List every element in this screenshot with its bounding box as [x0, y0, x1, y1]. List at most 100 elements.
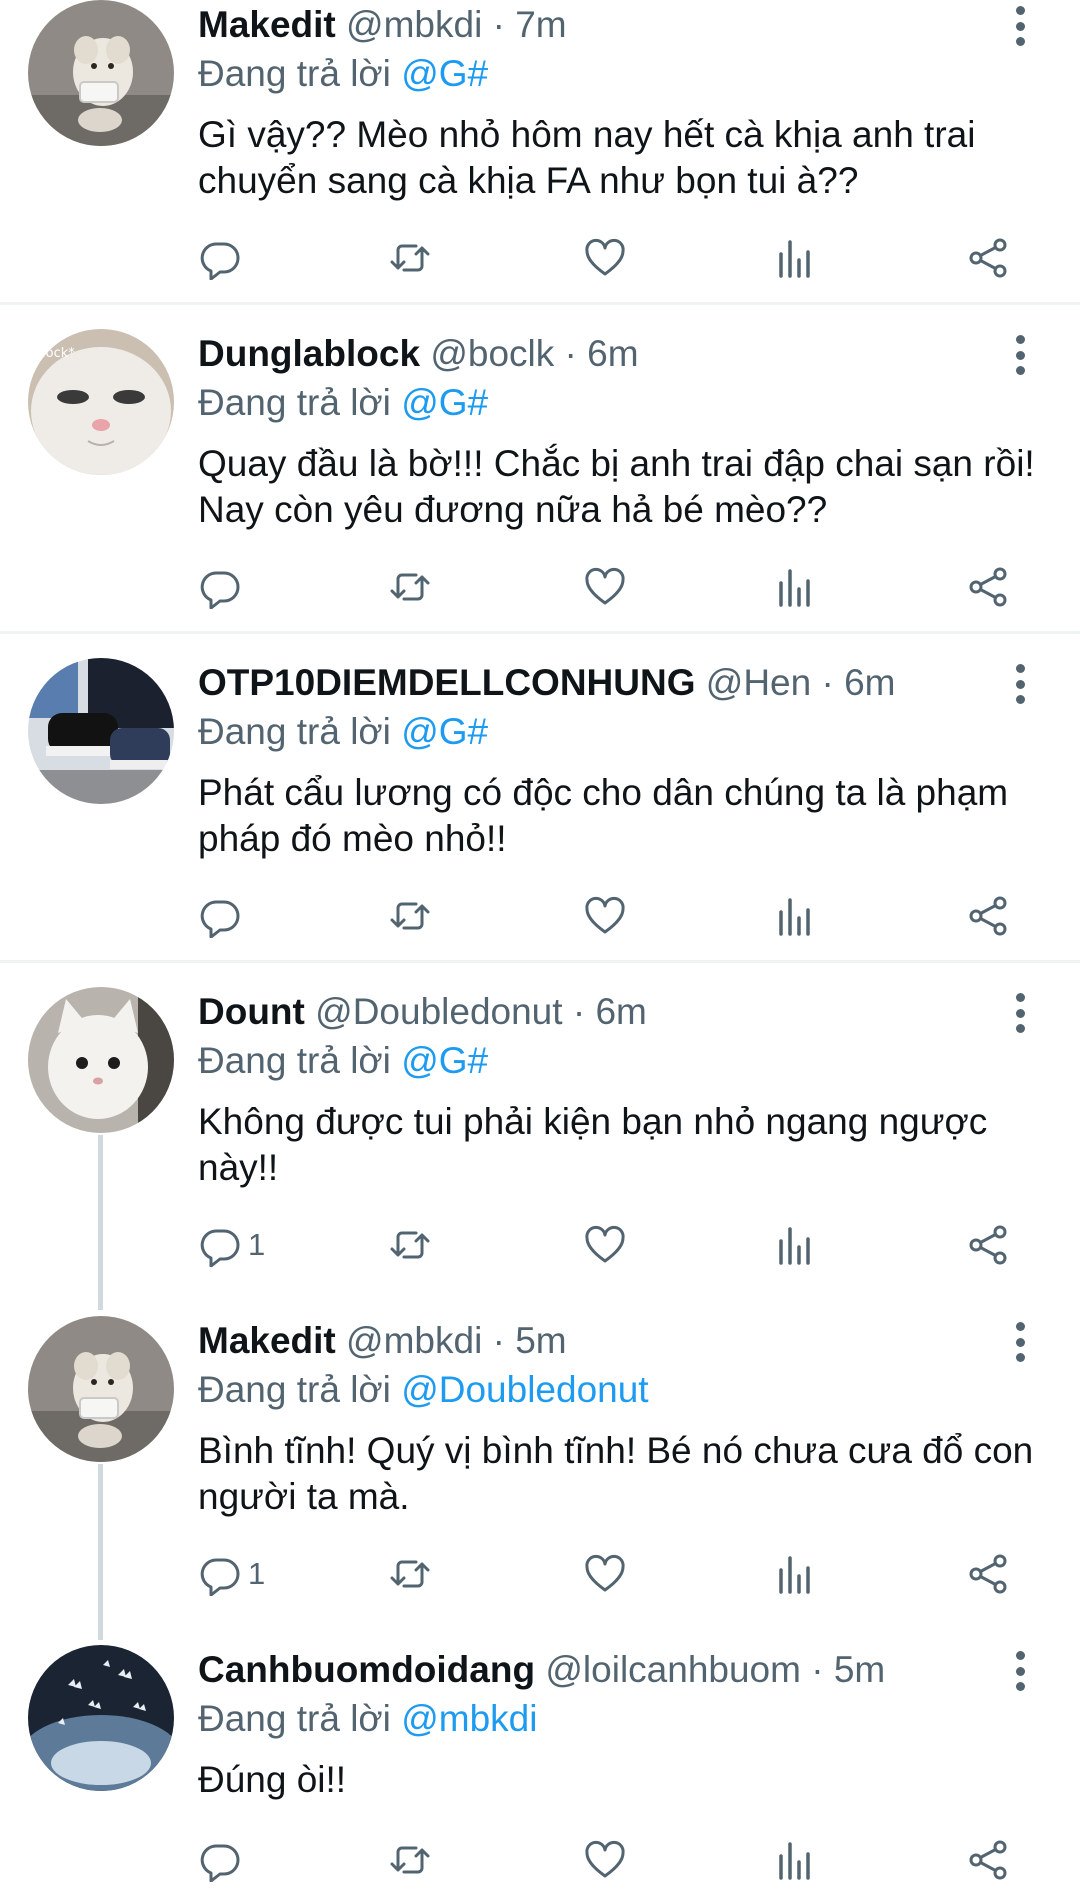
- retweet-button[interactable]: [388, 1835, 432, 1885]
- like-button[interactable]: [583, 233, 627, 283]
- share-icon: [969, 567, 1007, 607]
- user-handle[interactable]: @Doubledonut: [315, 991, 562, 1032]
- more-vertical-icon[interactable]: [1005, 1651, 1035, 1691]
- replying-to-mention[interactable]: @G#: [401, 382, 488, 423]
- avatar[interactable]: [28, 0, 174, 146]
- avatar[interactable]: [28, 658, 174, 804]
- analytics-button[interactable]: [773, 1835, 817, 1885]
- avatar[interactable]: [28, 1645, 174, 1791]
- share-icon: [969, 1554, 1007, 1594]
- replying-to-line: Đang trả lời @mbkdi: [198, 1695, 1060, 1743]
- tweet-text: Gì vậy?? Mèo nhỏ hôm nay hết cà khịa anh…: [198, 114, 976, 201]
- avatar[interactable]: lock*: [28, 329, 174, 475]
- more-vertical-icon[interactable]: [1005, 1322, 1035, 1362]
- share-button[interactable]: [966, 891, 1010, 941]
- tweet-actions: 1: [198, 1220, 1038, 1270]
- avatar[interactable]: [28, 1316, 174, 1462]
- timestamp[interactable]: 6m: [587, 333, 638, 374]
- analytics-icon: [779, 240, 810, 278]
- tweet-header: Dount @Doubledonut · 6m: [198, 987, 1060, 1037]
- timestamp[interactable]: 7m: [515, 4, 566, 45]
- user-handle[interactable]: @mbkdi: [346, 4, 482, 45]
- reply-icon: [200, 1844, 240, 1882]
- analytics-icon: [779, 1227, 810, 1265]
- user-handle[interactable]: @boclk: [430, 333, 554, 374]
- replying-to-mention[interactable]: @G#: [401, 53, 488, 94]
- tweet-content: Dount @Doubledonut · 6m Đang trả lời @G#…: [198, 987, 1060, 1191]
- more-vertical-icon[interactable]: [1005, 6, 1035, 46]
- separator-dot: ·: [821, 662, 834, 703]
- timestamp[interactable]: 6m: [844, 662, 895, 703]
- analytics-button[interactable]: [773, 1549, 817, 1599]
- share-button[interactable]: [966, 1835, 1010, 1885]
- reply-button[interactable]: [198, 233, 248, 283]
- share-button[interactable]: [966, 1549, 1010, 1599]
- replying-to-label: Đang trả lời: [198, 1369, 391, 1410]
- display-name[interactable]: OTP10DIEMDELLCONHUNG: [198, 662, 695, 703]
- like-button[interactable]: [583, 891, 627, 941]
- display-name[interactable]: Dount: [198, 991, 305, 1032]
- tweet-content: Makedit @mbkdi · 5m Đang trả lời @Double…: [198, 1316, 1060, 1520]
- analytics-icon: [779, 1556, 810, 1594]
- replying-to-mention[interactable]: @mbkdi: [401, 1698, 537, 1739]
- more-vertical-icon[interactable]: [1005, 993, 1035, 1033]
- retweet-button[interactable]: [388, 233, 432, 283]
- more-vertical-icon[interactable]: [1005, 664, 1035, 704]
- analytics-button[interactable]: [773, 891, 817, 941]
- share-button[interactable]: [966, 233, 1010, 283]
- timestamp[interactable]: 5m: [834, 1649, 885, 1690]
- display-name[interactable]: Dunglablock: [198, 333, 420, 374]
- reply-button[interactable]: [198, 562, 248, 612]
- display-name[interactable]: Makedit: [198, 4, 336, 45]
- analytics-icon: [779, 1842, 810, 1880]
- replying-to-mention[interactable]: @Doubledonut: [401, 1369, 648, 1410]
- user-handle[interactable]: @Hen: [706, 662, 811, 703]
- separator-dot: ·: [564, 333, 577, 374]
- tweet[interactable]: Makedit @mbkdi · 5m Đang trả lời @Double…: [0, 1316, 1080, 1616]
- analytics-button[interactable]: [773, 1220, 817, 1270]
- tweet-text: Không được tui phải kiện bạn nhỏ ngang n…: [198, 1101, 988, 1188]
- user-handle[interactable]: @mbkdi: [346, 1320, 482, 1361]
- tweet-header: Dunglablock @boclk · 6m: [198, 329, 1060, 379]
- display-name[interactable]: Canhbuomdoidang: [198, 1649, 535, 1690]
- reply-button[interactable]: 1: [198, 1549, 265, 1599]
- retweet-button[interactable]: [388, 562, 432, 612]
- user-handle[interactable]: @loilcanhbuom: [545, 1649, 801, 1690]
- retweet-button[interactable]: [388, 891, 432, 941]
- reply-button[interactable]: [198, 891, 248, 941]
- timestamp[interactable]: 6m: [595, 991, 646, 1032]
- puppy-avatar-image: [28, 0, 174, 146]
- share-button[interactable]: [966, 562, 1010, 612]
- tweet[interactable]: Makedit @mbkdi · 7m Đang trả lời @G# Gì …: [0, 0, 1080, 305]
- like-button[interactable]: [583, 1549, 627, 1599]
- like-button[interactable]: [583, 1835, 627, 1885]
- separator-dot: ·: [572, 991, 586, 1032]
- timestamp[interactable]: 5m: [515, 1320, 566, 1361]
- more-vertical-icon[interactable]: [1005, 335, 1035, 375]
- tweet[interactable]: lock* Dunglablock @boclk · 6m Đang trả l…: [0, 329, 1080, 634]
- like-button[interactable]: [583, 1220, 627, 1270]
- share-button[interactable]: [966, 1220, 1010, 1270]
- replying-to-mention[interactable]: @G#: [401, 711, 488, 752]
- retweet-button[interactable]: [388, 1220, 432, 1270]
- analytics-button[interactable]: [773, 233, 817, 283]
- tweet[interactable]: Canhbuomdoidang @loilcanhbuom · 5m Đang …: [0, 1645, 1080, 1901]
- replying-to-line: Đang trả lời @Doubledonut: [198, 1366, 1060, 1414]
- tweet-content: Dunglablock @boclk · 6m Đang trả lời @G#…: [198, 329, 1060, 533]
- analytics-button[interactable]: [773, 562, 817, 612]
- display-name[interactable]: Makedit: [198, 1320, 336, 1361]
- tweet[interactable]: Dount @Doubledonut · 6m Đang trả lời @G#…: [0, 987, 1080, 1287]
- like-button[interactable]: [583, 562, 627, 612]
- retweet-button[interactable]: [388, 1549, 432, 1599]
- avatar-caption: lock*: [42, 346, 75, 361]
- tweet-actions: [198, 233, 1038, 283]
- reply-button[interactable]: 1: [198, 1220, 265, 1270]
- share-icon: [969, 1840, 1007, 1880]
- tweet-text: Bình tĩnh! Quý vị bình tĩnh! Bé nó chưa …: [198, 1430, 1034, 1517]
- replying-to-mention[interactable]: @G#: [401, 1040, 488, 1081]
- avatar[interactable]: [28, 987, 174, 1133]
- reply-button[interactable]: [198, 1835, 248, 1885]
- analytics-icon: [779, 569, 810, 607]
- tweet-text: Quay đầu là bờ!!! Chắc bị anh trai đập c…: [198, 443, 1035, 530]
- tweet[interactable]: OTP10DIEMDELLCONHUNG @Hen · 6m Đang trả …: [0, 658, 1080, 963]
